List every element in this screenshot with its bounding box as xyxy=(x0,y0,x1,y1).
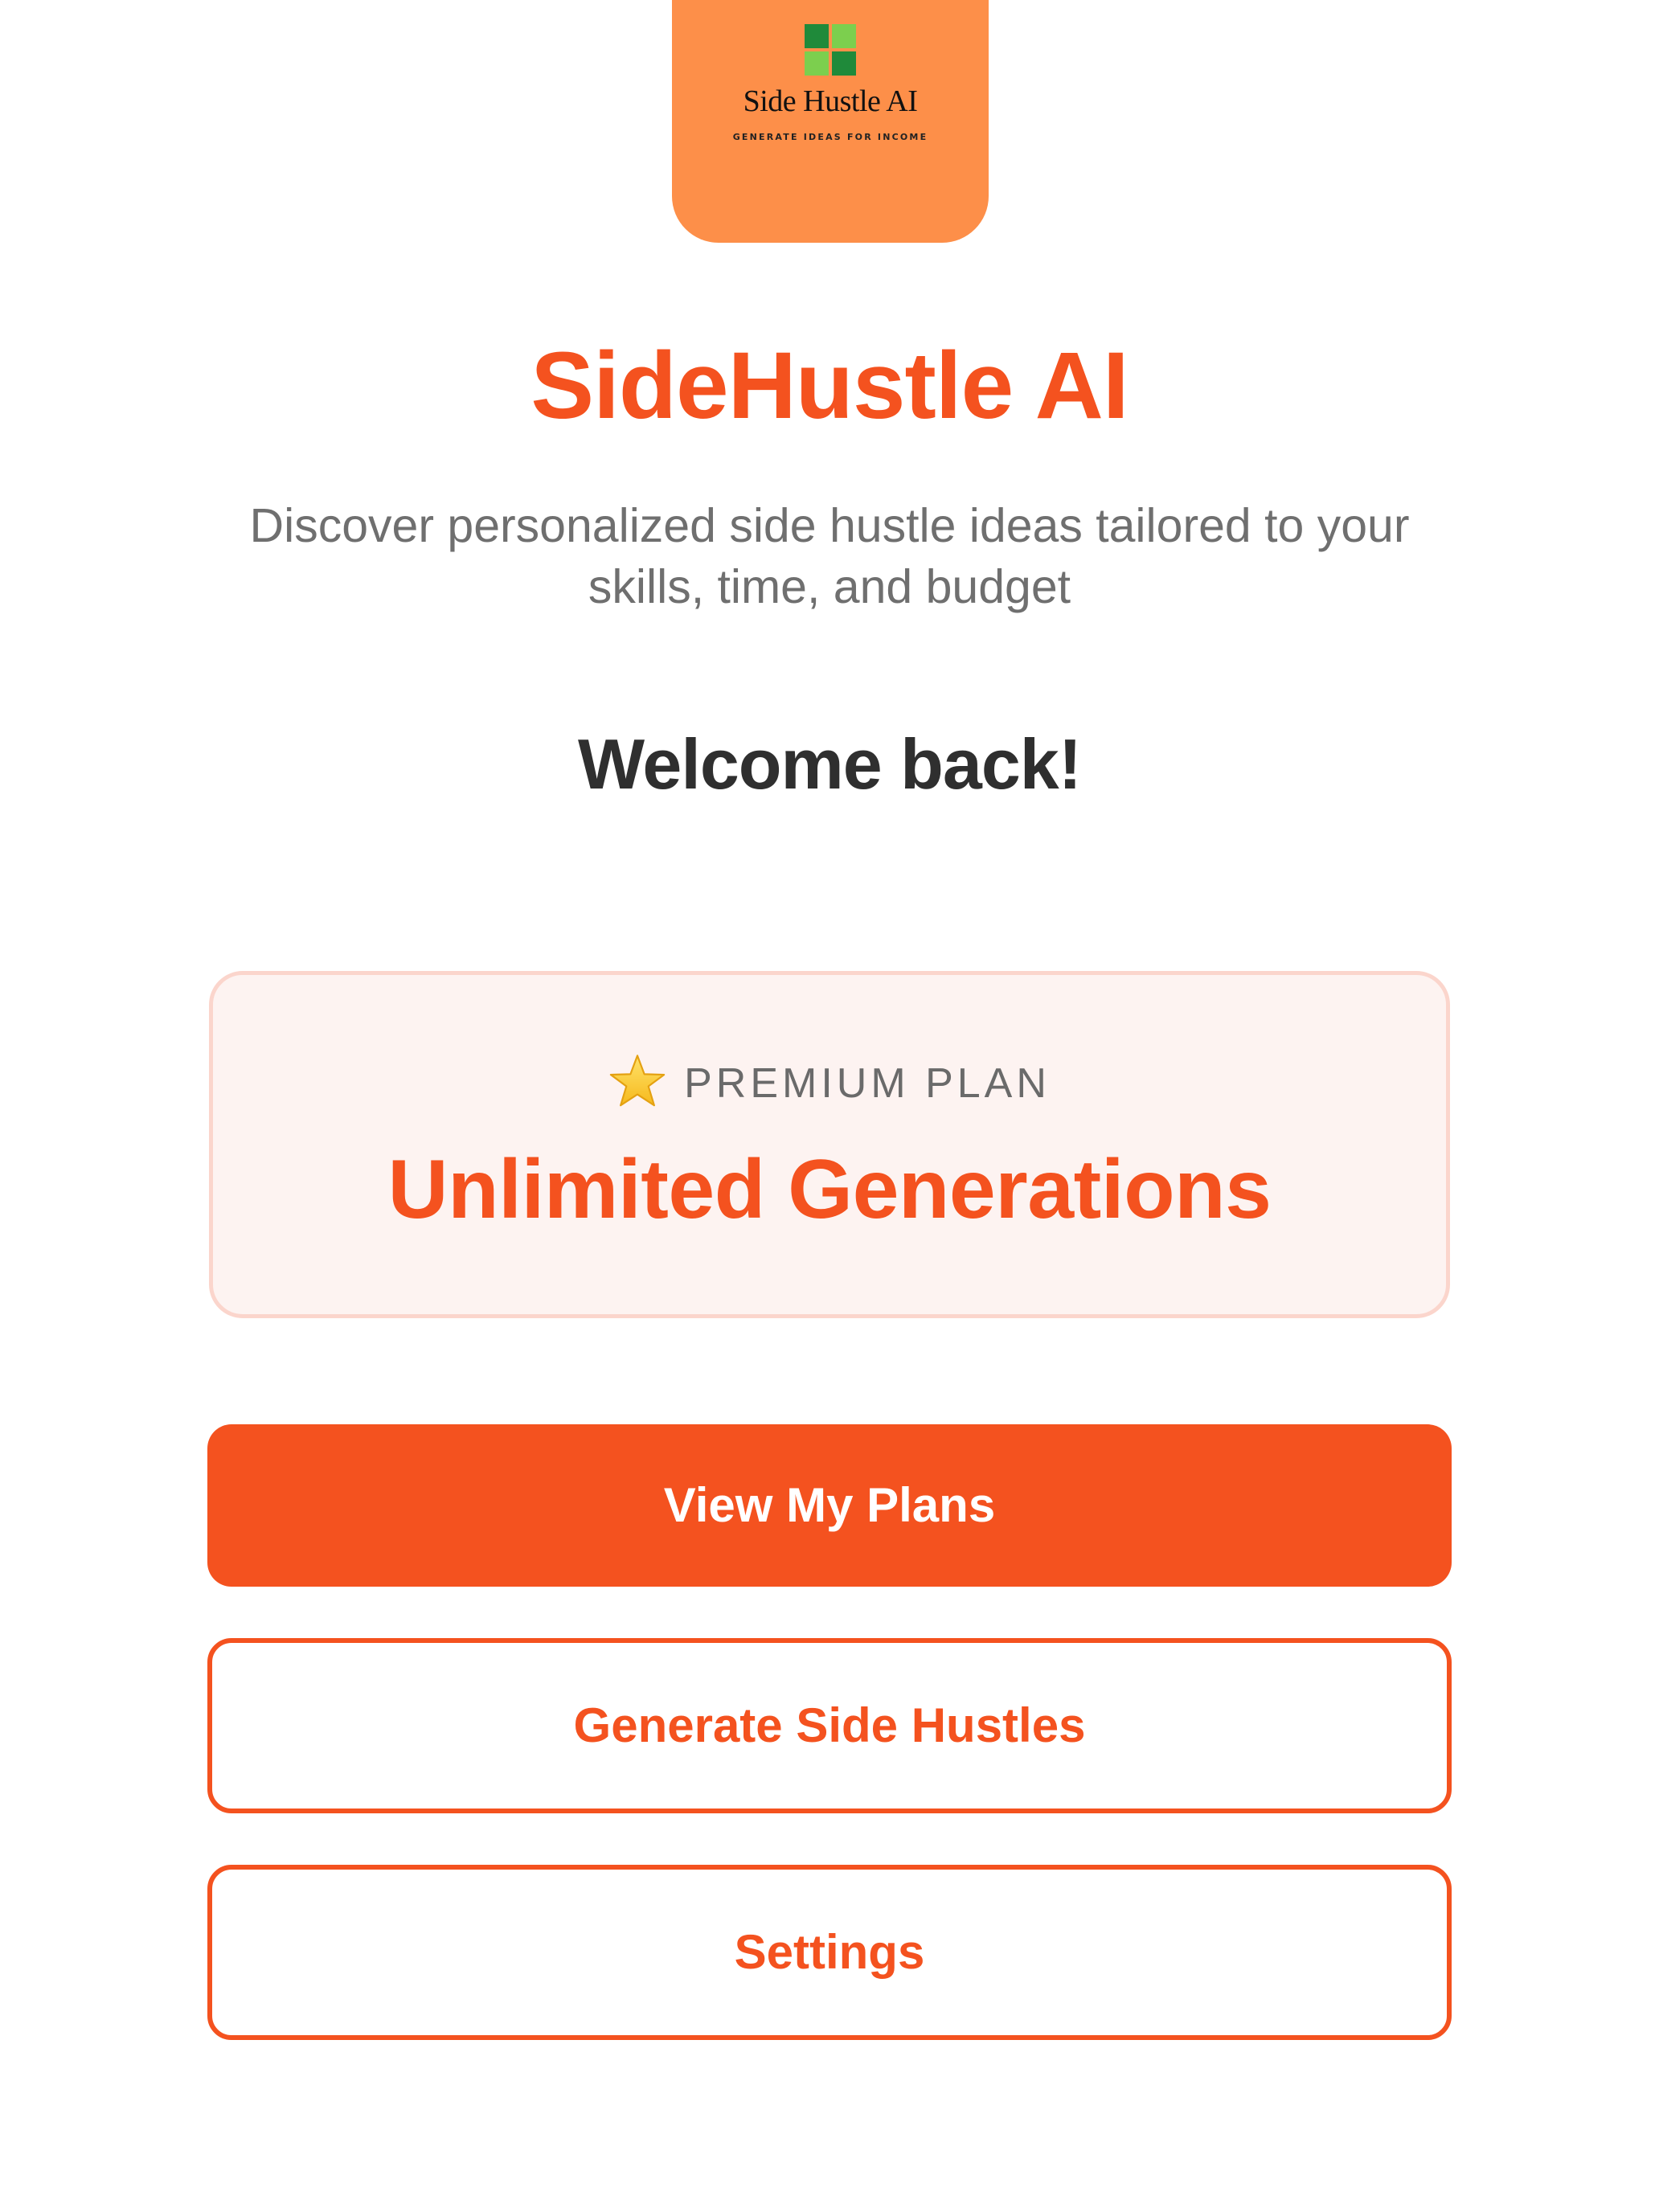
logo-tagline: GENERATE IDEAS FOR INCOME xyxy=(732,132,928,142)
app-subtitle: Discover personalized side hustle ideas … xyxy=(249,499,1410,613)
home-screen: Side Hustle AI GENERATE IDEAS FOR INCOME… xyxy=(0,0,1659,2212)
app-logo-icon xyxy=(805,24,856,76)
plan-headline: Unlimited Generations xyxy=(387,1143,1272,1236)
view-my-plans-button[interactable]: View My Plans xyxy=(207,1424,1452,1587)
generate-side-hustles-button[interactable]: Generate Side Hustles xyxy=(207,1638,1452,1813)
app-logo: Side Hustle AI GENERATE IDEAS FOR INCOME xyxy=(672,0,989,243)
settings-button[interactable]: Settings xyxy=(207,1865,1452,2040)
premium-plan-card: PREMIUM PLAN Unlimited Generations xyxy=(209,971,1450,1318)
welcome-heading: Welcome back! xyxy=(577,724,1082,804)
star-icon xyxy=(609,1055,666,1107)
plan-label-row: PREMIUM PLAN xyxy=(213,1055,1446,1112)
logo-name: Side Hustle AI xyxy=(743,84,918,118)
plan-label: PREMIUM PLAN xyxy=(684,1060,1051,1107)
app-title: SideHustle AI xyxy=(530,333,1129,439)
